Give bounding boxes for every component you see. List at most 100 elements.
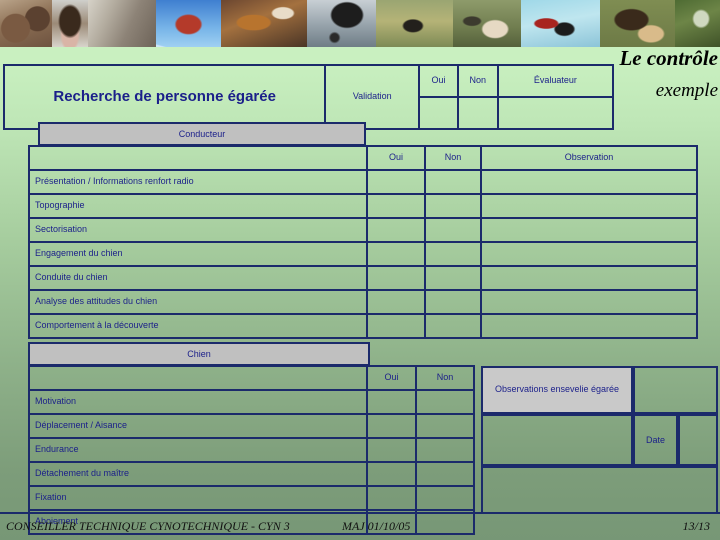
header-cell-evaluateur-value[interactable] — [496, 96, 615, 130]
header-cell-non-value[interactable] — [456, 96, 499, 130]
header-table-row-labels: Recherche de personne égarée Validation … — [2, 64, 615, 130]
photo-dog-field-training — [376, 0, 453, 47]
chien-cell-oui[interactable] — [366, 437, 417, 463]
header-col-evaluateur: Évaluateur — [496, 64, 615, 98]
photo-helicopter-winch-rescue — [307, 0, 376, 47]
observations-header: Observations ensevelie égarée — [481, 366, 633, 414]
chien-row-label: Détachement du maître — [28, 461, 368, 487]
observations-bottom-area[interactable] — [481, 466, 718, 514]
chien-row-label: Endurance — [28, 437, 368, 463]
chien-cell-non[interactable] — [415, 485, 475, 511]
photo-rescuer-collapsed-building — [88, 0, 156, 47]
conducteur-cell-non[interactable] — [424, 313, 482, 339]
photo-handler-dog-ice-rubble — [521, 0, 600, 47]
conducteur-header-non: Non — [424, 145, 482, 171]
conducteur-cell-oui[interactable] — [366, 313, 426, 339]
conducteur-row-label: Conduite du chien — [28, 265, 368, 291]
table-row: Engagement du chien — [28, 241, 698, 267]
conducteur-cell-observation[interactable] — [480, 313, 698, 339]
conducteur-cell-observation[interactable] — [480, 169, 698, 195]
chien-row-label: Déplacement / Aisance — [28, 413, 368, 439]
footer-date-text: MAJ 01/10/05 — [342, 519, 411, 533]
table-row: Topographie — [28, 193, 698, 219]
footer-page-number: 13/13 — [682, 519, 710, 533]
conducteur-cell-non[interactable] — [424, 265, 482, 291]
observations-text-area[interactable] — [481, 414, 633, 466]
table-row: Conduite du chien — [28, 265, 698, 291]
footer-left-text: CONSEILLER TECHNIQUE CYNOTECHNIQUE - CYN… — [6, 519, 290, 533]
photo-dog-portrait-muzzle — [52, 0, 88, 47]
conducteur-header-blank — [28, 145, 368, 171]
conducteur-cell-oui[interactable] — [366, 169, 426, 195]
photo-dog-handler-field-victim — [453, 0, 521, 47]
validation-label: Validation — [324, 64, 421, 130]
table-row: Présentation / Informations renfort radi… — [28, 169, 698, 195]
header-col-oui: Oui — [418, 64, 459, 98]
chien-header-non: Non — [415, 365, 475, 391]
conducteur-header-row: Oui Non Observation — [28, 145, 698, 171]
conducteur-row-label: Topographie — [28, 193, 368, 219]
conducteur-row-label: Analyse des attitudes du chien — [28, 289, 368, 315]
chien-cell-non[interactable] — [415, 413, 475, 439]
conducteur-cell-oui[interactable] — [366, 241, 426, 267]
table-row: Analyse des attitudes du chien — [28, 289, 698, 315]
chien-table: Oui Non Motivation Déplacement / Aisance… — [28, 365, 475, 535]
section-label-chien: Chien — [28, 342, 370, 366]
conducteur-cell-oui[interactable] — [366, 217, 426, 243]
table-row: Fixation — [28, 485, 475, 511]
chien-cell-oui[interactable] — [366, 389, 417, 415]
conducteur-row-label: Engagement du chien — [28, 241, 368, 267]
chien-cell-oui[interactable] — [366, 485, 417, 511]
photo-strip — [0, 0, 720, 47]
header-col-non: Non — [456, 64, 499, 98]
conducteur-row-label: Comportement à la découverte — [28, 313, 368, 339]
conducteur-cell-observation[interactable] — [480, 241, 698, 267]
chien-row-label: Fixation — [28, 485, 368, 511]
chien-cell-non[interactable] — [415, 461, 475, 487]
exercise-title: Recherche de personne égarée — [2, 64, 327, 130]
conducteur-cell-non[interactable] — [424, 217, 482, 243]
chien-cell-oui[interactable] — [366, 461, 417, 487]
header-table: Recherche de personne égarée Validation … — [2, 64, 615, 130]
conducteur-cell-oui[interactable] — [366, 265, 426, 291]
header-cell-oui-value[interactable] — [418, 96, 459, 130]
conducteur-cell-non[interactable] — [424, 289, 482, 315]
conducteur-row-label: Sectorisation — [28, 217, 368, 243]
section-label-conducteur: Conducteur — [38, 122, 366, 146]
conducteur-cell-observation[interactable] — [480, 217, 698, 243]
conducteur-cell-oui[interactable] — [366, 193, 426, 219]
conducteur-cell-non[interactable] — [424, 169, 482, 195]
conducteur-row-label: Présentation / Informations renfort radi… — [28, 169, 368, 195]
chien-cell-oui[interactable] — [366, 413, 417, 439]
conducteur-cell-observation[interactable] — [480, 289, 698, 315]
chien-header-row: Oui Non — [28, 365, 475, 391]
photo-dog-handler-rubble-1 — [0, 0, 52, 47]
chien-cell-non[interactable] — [415, 437, 475, 463]
chien-cell-non[interactable] — [415, 389, 475, 415]
chien-header-blank — [28, 365, 368, 391]
conducteur-cell-oui[interactable] — [366, 289, 426, 315]
observations-header-side-cell[interactable] — [633, 366, 718, 414]
conducteur-cell-non[interactable] — [424, 241, 482, 267]
table-row: Endurance — [28, 437, 475, 463]
conducteur-header-oui: Oui — [366, 145, 426, 171]
table-row: Comportement à la découverte — [28, 313, 698, 339]
date-value-field[interactable] — [678, 414, 718, 466]
chien-row-label: Motivation — [28, 389, 368, 415]
photo-dog-victim-grass — [600, 0, 675, 47]
photo-team-forest-debris — [675, 0, 720, 47]
table-row: Détachement du maître — [28, 461, 475, 487]
conducteur-cell-non[interactable] — [424, 193, 482, 219]
date-label: Date — [633, 414, 678, 466]
conducteur-cell-observation[interactable] — [480, 265, 698, 291]
chien-header-oui: Oui — [366, 365, 417, 391]
slide-canvas: Le contrôle exemple Recherche de personn… — [0, 0, 720, 540]
table-row: Déplacement / Aisance — [28, 413, 475, 439]
conducteur-table: Oui Non Observation Présentation / Infor… — [28, 145, 698, 339]
conducteur-cell-observation[interactable] — [480, 193, 698, 219]
conducteur-header-observation: Observation — [480, 145, 698, 171]
footer: CONSEILLER TECHNIQUE CYNOTECHNIQUE - CYN… — [0, 512, 720, 540]
photo-dog-climbing-debris — [221, 0, 307, 47]
table-row: Sectorisation — [28, 217, 698, 243]
table-row: Motivation — [28, 389, 475, 415]
